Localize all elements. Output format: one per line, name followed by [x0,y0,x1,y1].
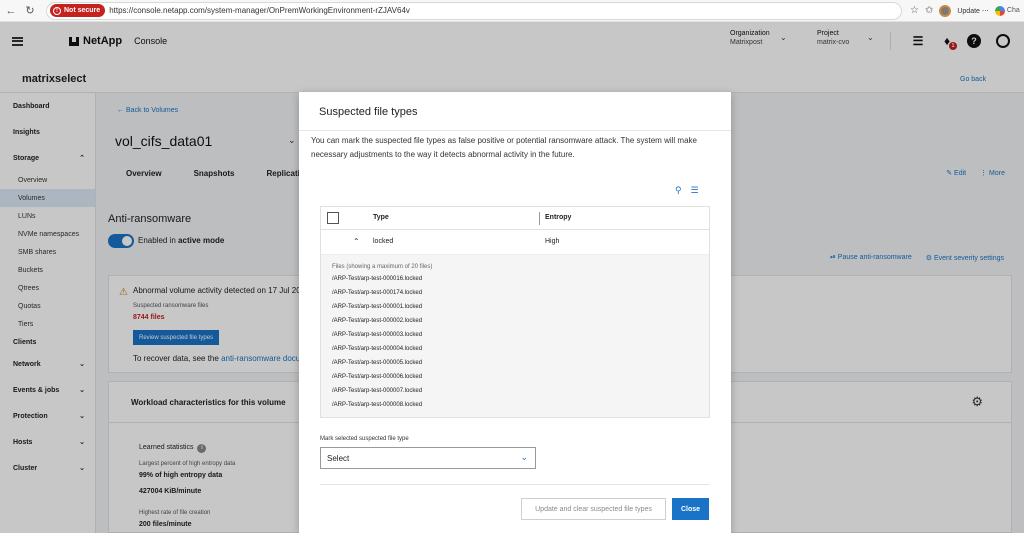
chevron-up-icon[interactable]: ⌃ [353,237,360,246]
file-path: /ARP-Test/arp-test-000003.locked [332,332,423,338]
close-button[interactable]: Close [672,498,709,520]
divider [320,484,710,485]
entropy-cell: High [545,238,560,245]
file-path: /ARP-Test/arp-test-000002.locked [332,318,423,324]
file-path: /ARP-Test/arp-test-000007.locked [332,388,423,394]
browser-profile-avatar[interactable] [939,4,952,17]
not-secure-label: Not secure [64,7,101,14]
dialog-description: You can mark the suspected file types as… [311,136,697,159]
table-row[interactable]: ⌃ locked High [321,230,709,255]
browser-toolbar: ← ↻ ! Not secure https://console.netapp.… [0,0,1024,22]
file-type-cell: locked [373,238,394,245]
filter-icon[interactable]: ☰ [691,185,699,196]
table-header: Type Entropy [321,207,709,230]
chevron-down-icon: ⌄ [520,452,528,462]
suspected-file-types-table: Type Entropy ⌃ locked High Files (showin… [320,206,710,418]
address-bar[interactable]: ! Not secure https://console.netapp.com/… [46,1,902,20]
files-caption: Files (showing a maximum of 20 files) [332,264,433,270]
update-label: Update [957,7,980,15]
file-path: /ARP-Test/arp-test-000174.locked [332,290,423,296]
chat-label: Cha [1006,7,1020,14]
chat-icon [994,5,1005,16]
table-tools: ⚲ ☰ [675,185,699,196]
file-path: /ARP-Test/arp-test-000008.locked [332,402,423,408]
update-button[interactable]: Update ⋯ [957,7,989,15]
column-separator[interactable] [539,212,540,225]
column-header-type[interactable]: Type [373,214,389,221]
files-detail-panel: Files (showing a maximum of 20 files) /A… [321,255,709,417]
dialog-title: Suspected file types [319,106,418,118]
reload-icon[interactable]: ↻ [22,3,38,19]
file-path: /ARP-Test/arp-test-000005.locked [332,360,423,366]
column-header-entropy[interactable]: Entropy [545,214,571,221]
mark-file-type-label: Mark selected suspected file type [320,436,409,442]
chat-button[interactable]: Cha [994,5,1020,16]
divider [299,130,731,131]
update-and-clear-button[interactable]: Update and clear suspected file types [521,498,666,520]
not-secure-badge[interactable]: ! Not secure [50,4,106,17]
file-path: /ARP-Test/arp-test-000016.locked [332,276,423,282]
mark-file-type-select[interactable]: Select ⌄ [320,447,536,469]
select-all-checkbox[interactable] [327,212,339,224]
file-path: /ARP-Test/arp-test-000006.locked [332,374,423,380]
file-path: /ARP-Test/arp-test-000004.locked [332,346,423,352]
suspected-file-types-dialog: Suspected file types You can mark the su… [299,92,731,533]
favorite-star-icon[interactable]: ☆ [910,5,919,16]
favorites-icon[interactable]: ✩ [925,5,933,16]
search-icon[interactable]: ⚲ [675,185,682,196]
back-arrow-icon[interactable]: ← [3,3,19,19]
file-path: /ARP-Test/arp-test-000001.locked [332,304,423,310]
url-text[interactable]: https://console.netapp.com/system-manage… [109,6,410,15]
select-value: Select [327,454,350,463]
warning-circle-icon: ! [53,6,61,15]
